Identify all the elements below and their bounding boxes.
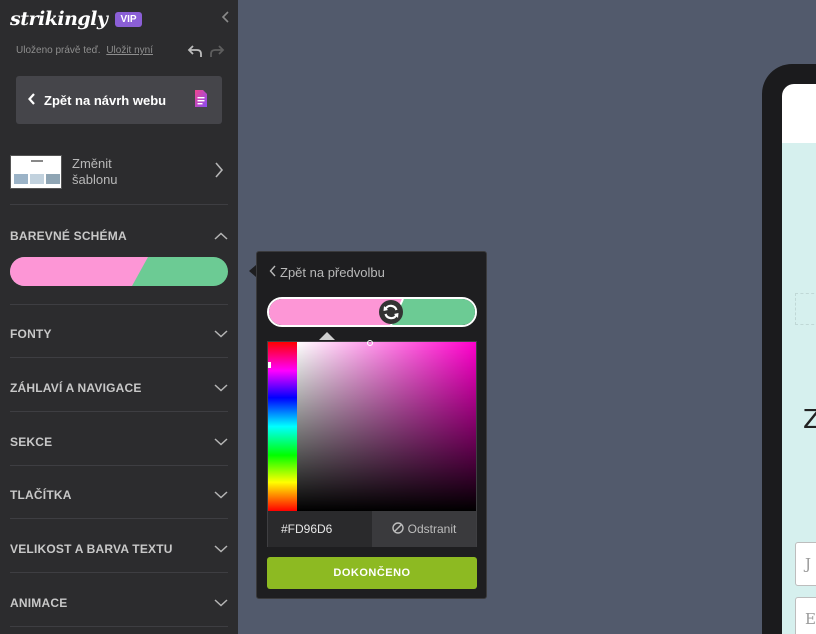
back-to-design-button[interactable]: Zpět na návrh webu (16, 76, 222, 124)
preview-input-name[interactable]: J (795, 542, 816, 586)
section-label: VELIKOST A BARVA TEXTU (10, 542, 173, 556)
chevron-right-icon (214, 161, 224, 184)
swap-colors-icon[interactable] (379, 300, 403, 324)
chevron-down-icon (214, 381, 228, 395)
divider (10, 357, 228, 358)
section-color-scheme[interactable]: BAREVNÉ SCHÉMA (10, 229, 228, 243)
collapse-sidebar-icon[interactable] (220, 10, 232, 24)
color-scheme-preview[interactable] (267, 297, 477, 327)
chevron-down-icon (214, 596, 228, 610)
change-template-label: Změnit šablonu (72, 156, 118, 187)
done-button[interactable]: DOKONČENO (267, 557, 477, 589)
popover-arrow (249, 265, 256, 277)
back-to-design-label: Zpět na návrh webu (44, 92, 167, 108)
color-picker: #FD96D6 Odstranit (267, 340, 477, 547)
section-sections[interactable]: SEKCE (10, 435, 228, 449)
chevron-up-icon (214, 229, 228, 243)
preview-heading: Z (803, 405, 816, 435)
active-color-indicator (319, 332, 335, 340)
section-label: FONTY (10, 327, 52, 341)
save-status: Uloženo právě teď. Uložit nyní (16, 45, 153, 56)
chevron-left-icon (28, 92, 36, 108)
divider (10, 204, 228, 205)
section-label: TLAČÍTKA (10, 488, 72, 502)
divider (10, 304, 228, 305)
ban-icon (391, 521, 404, 537)
section-label: BAREVNÉ SCHÉMA (10, 229, 127, 243)
divider (10, 411, 228, 412)
change-template[interactable]: Změnit šablonu (10, 150, 228, 194)
undo-icon[interactable] (187, 44, 203, 58)
redo-icon[interactable] (209, 44, 225, 58)
hex-input[interactable]: #FD96D6 (268, 511, 372, 547)
section-buttons[interactable]: TLAČÍTKA (10, 488, 228, 502)
strikingly-logo[interactable]: strikingly (10, 8, 108, 30)
section-label: SEKCE (10, 435, 53, 449)
color-scheme-swatch[interactable] (10, 257, 228, 286)
saturation-value-area[interactable] (297, 340, 476, 511)
hue-slider-handle[interactable] (268, 362, 271, 368)
divider (10, 572, 228, 573)
preview-placeholder-box[interactable] (795, 293, 816, 325)
chevron-left-icon (269, 265, 276, 280)
section-animation[interactable]: ANIMACE (10, 596, 228, 610)
preview-input-email[interactable]: E (795, 597, 816, 634)
section-fonts[interactable]: FONTY (10, 327, 228, 341)
divider (10, 626, 228, 627)
color-selector-handle[interactable] (367, 340, 373, 346)
section-label: ANIMACE (10, 596, 68, 610)
undo-redo (187, 44, 225, 58)
hue-slider[interactable] (268, 342, 297, 511)
brand: strikingly VIP (10, 6, 142, 32)
vip-badge: VIP (115, 11, 142, 27)
document-icon (194, 90, 208, 110)
remove-color-label: Odstranit (407, 522, 457, 536)
remove-color-button[interactable]: Odstranit (372, 511, 476, 547)
chevron-down-icon (214, 488, 228, 502)
section-text-size-color[interactable]: VELIKOST A BARVA TEXTU (10, 542, 228, 556)
save-now-link[interactable]: Uložit nyní (106, 45, 153, 56)
divider (10, 465, 228, 466)
template-thumbnail (10, 155, 62, 189)
section-label: ZÁHLAVÍ A NAVIGACE (10, 381, 142, 395)
color-picker-popover: Zpět na předvolbu #FD96D6 Odstranit DOKO… (256, 251, 487, 599)
back-to-preset-label: Zpět na předvolbu (280, 265, 385, 280)
section-header-navigation[interactable]: ZÁHLAVÍ A NAVIGACE (10, 381, 228, 395)
divider (10, 518, 228, 519)
chevron-down-icon (214, 327, 228, 341)
sidebar: strikingly VIP Uloženo právě teď. Uložit… (0, 0, 238, 634)
chevron-down-icon (214, 542, 228, 556)
chevron-down-icon (214, 435, 228, 449)
back-to-preset-link[interactable]: Zpět na předvolbu (269, 265, 385, 280)
save-status-text: Uloženo právě teď. (16, 45, 101, 56)
